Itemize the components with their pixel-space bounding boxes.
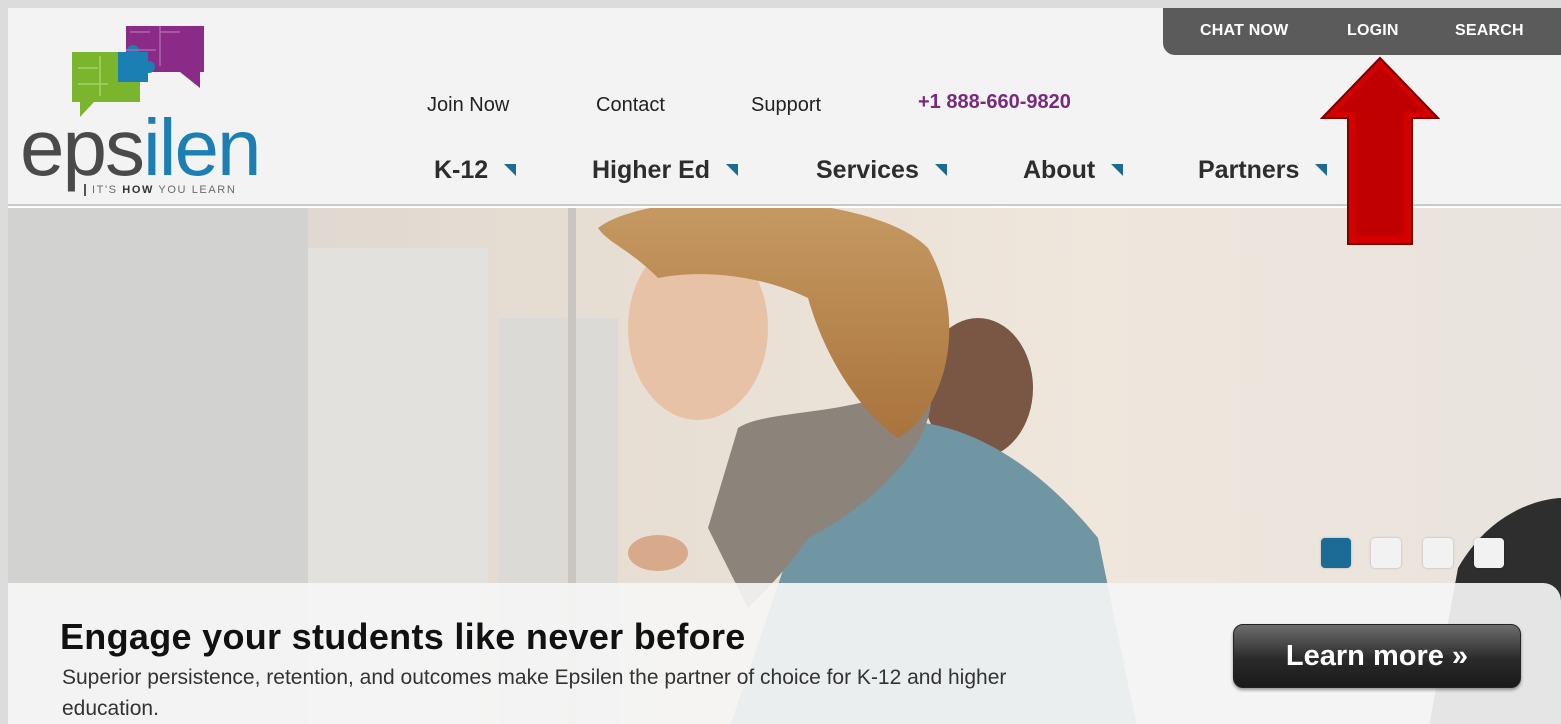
login-link[interactable]: LOGIN [1347, 22, 1399, 40]
dropdown-caret-icon [934, 164, 947, 177]
nav-services-label: Services [816, 156, 919, 184]
slide-dot-3[interactable] [1423, 538, 1453, 568]
page-frame: epsilen IT'S HOW YOU LEARN CHAT NOW LOGI… [0, 0, 1561, 724]
slide-dot-2[interactable] [1371, 538, 1401, 568]
nav-services[interactable]: Services [816, 156, 947, 185]
utility-bar: CHAT NOW LOGIN SEARCH [1163, 8, 1561, 55]
nav-k12[interactable]: K-12 [434, 156, 517, 185]
epsilen-logo[interactable]: epsilen IT'S HOW YOU LEARN [20, 22, 300, 197]
contact-link[interactable]: Contact [596, 94, 665, 117]
hero-slider: Engage your students like never before S… [8, 208, 1561, 724]
dropdown-caret-icon [1111, 164, 1124, 177]
hero-title: Engage your students like never before [60, 616, 746, 657]
slide-dot-1[interactable] [1321, 538, 1351, 568]
logo-wordmark: epsilen [20, 103, 262, 192]
phone-number: +1 888-660-9820 [918, 91, 1071, 113]
support-link[interactable]: Support [751, 94, 821, 117]
logo-tagline: IT'S HOW YOU LEARN [84, 184, 298, 196]
learn-more-button[interactable]: Learn more » [1233, 624, 1521, 688]
search-link[interactable]: SEARCH [1455, 22, 1524, 40]
hero-description: Superior persistence, retention, and out… [62, 666, 1007, 720]
chat-now-link[interactable]: CHAT NOW [1200, 22, 1288, 40]
nav-k12-label: K-12 [434, 156, 489, 184]
nav-about-label: About [1023, 156, 1096, 184]
nav-partners-label: Partners [1198, 156, 1300, 184]
nav-about[interactable]: About [1023, 156, 1124, 185]
dropdown-caret-icon [504, 164, 517, 177]
nav-higher-ed-label: Higher Ed [592, 156, 711, 184]
slide-dot-4[interactable] [1474, 538, 1504, 568]
nav-higher-ed[interactable]: Higher Ed [592, 156, 739, 185]
nav-partners[interactable]: Partners [1198, 156, 1328, 185]
join-now-link[interactable]: Join Now [427, 94, 509, 117]
dropdown-caret-icon [726, 164, 739, 177]
red-up-arrow-icon [1320, 56, 1440, 245]
